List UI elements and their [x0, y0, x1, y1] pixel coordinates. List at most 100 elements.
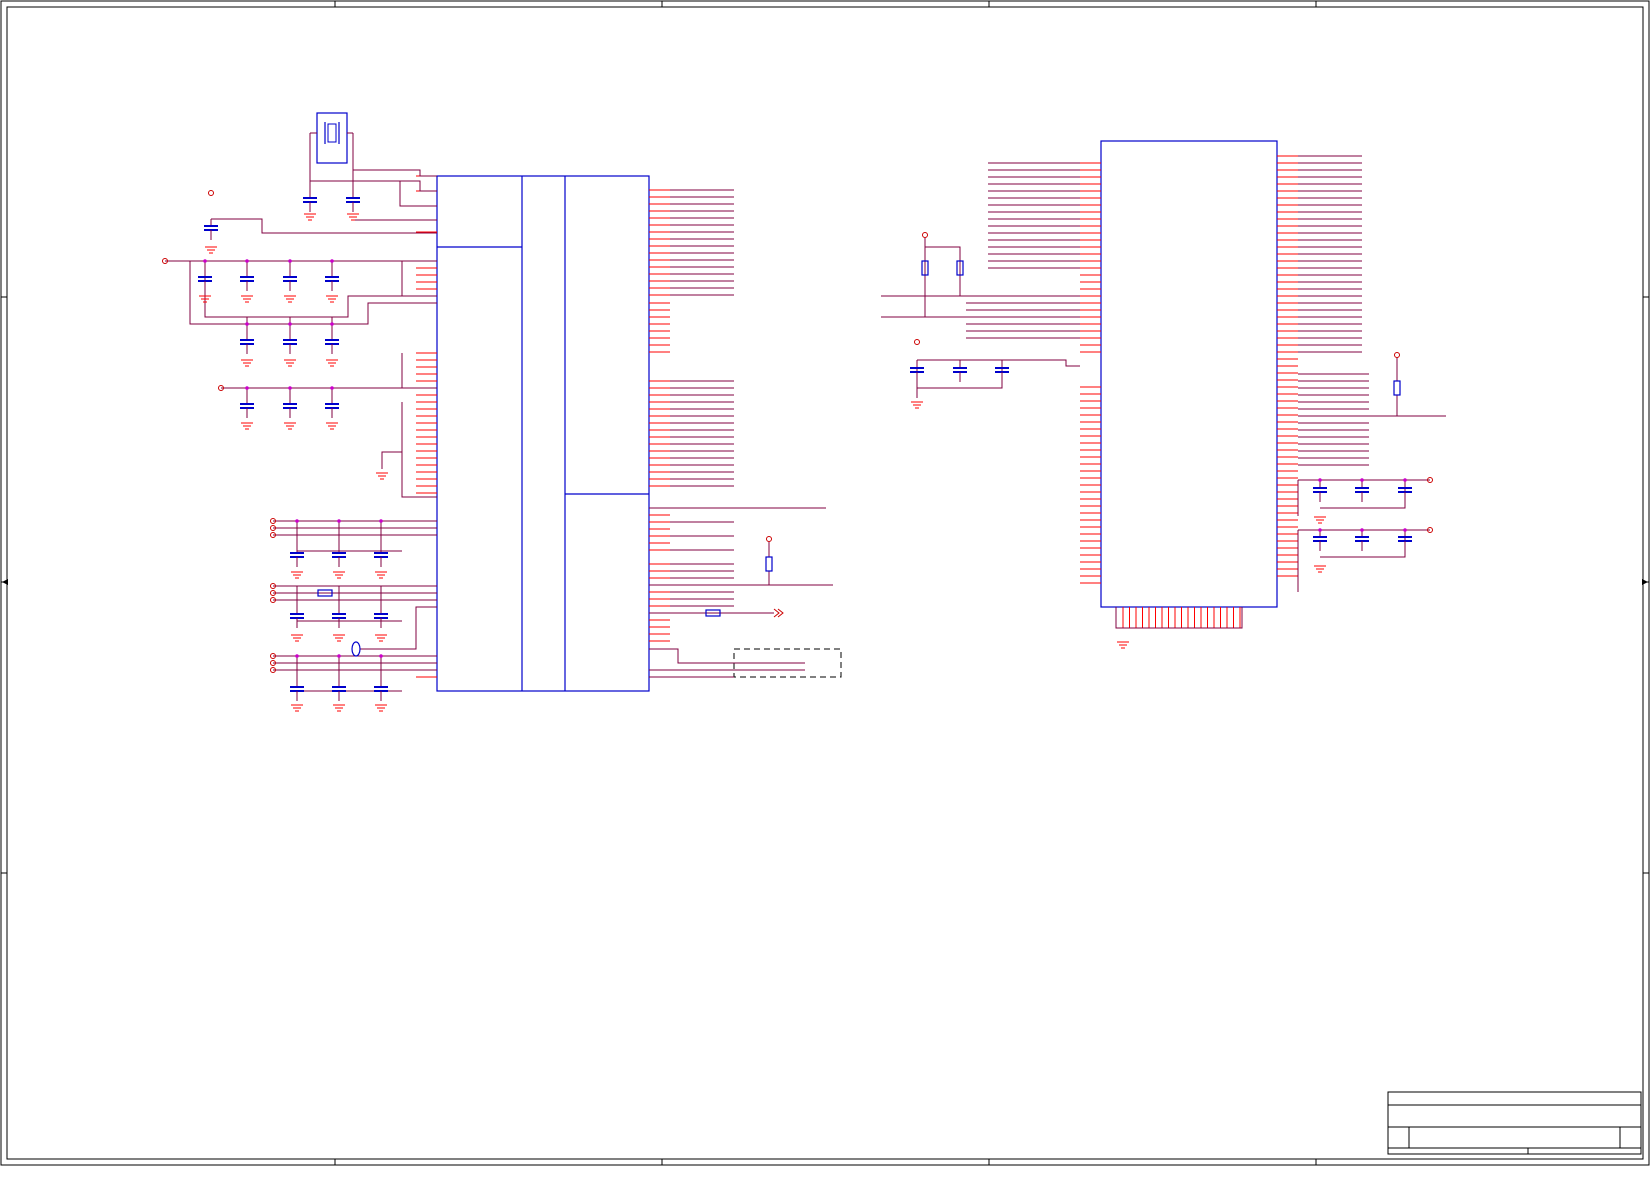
junction-dot	[295, 654, 299, 658]
capacitor	[325, 261, 339, 291]
junction-dot	[379, 654, 383, 658]
ground-icon	[1314, 565, 1326, 573]
junction-dot	[1360, 478, 1364, 482]
resistor-body	[765, 556, 773, 572]
capacitor	[240, 388, 254, 418]
capacitor	[910, 360, 924, 382]
junction-dot	[288, 259, 292, 263]
u1-right-pins	[649, 189, 670, 642]
junction-dot	[295, 519, 299, 523]
resistor	[1393, 380, 1401, 396]
u2-nets	[881, 155, 1446, 629]
ground-icon	[347, 213, 359, 221]
u2-left-pins	[1080, 162, 1101, 584]
ground-icon	[333, 571, 345, 579]
junction-dot	[288, 386, 292, 390]
junction-dot	[1403, 528, 1407, 532]
capacitor	[325, 388, 339, 418]
capacitor	[1398, 480, 1412, 502]
junction-dot	[203, 259, 207, 263]
ground-icon	[241, 422, 253, 430]
ground-icon	[375, 571, 387, 579]
u1-output-nets	[649, 189, 833, 614]
off-sheet-arrow-icon	[773, 608, 784, 618]
capacitor	[1355, 480, 1369, 502]
right-margin-arrow-icon	[1642, 579, 1648, 585]
capacitor	[1398, 530, 1412, 551]
u2-body	[1100, 140, 1278, 608]
capacitor	[346, 190, 360, 212]
ground-icon	[326, 422, 338, 430]
u1-left-pins	[416, 175, 437, 678]
schematic-sheet	[0, 0, 1650, 1166]
ground-icon	[375, 634, 387, 642]
capacitor	[240, 261, 254, 291]
ground-icon	[205, 246, 217, 254]
ground-icon	[284, 295, 296, 303]
capacitor	[374, 586, 388, 628]
capacitor	[283, 388, 297, 418]
junction-dot	[330, 259, 334, 263]
capacitor	[204, 219, 218, 240]
left-net	[211, 218, 437, 234]
resistor	[765, 556, 773, 572]
ground-icon	[291, 704, 303, 712]
capacitor	[283, 261, 297, 291]
ground-icon	[375, 704, 387, 712]
ground-icon	[291, 634, 303, 642]
u2-right-pins	[1277, 155, 1298, 577]
u2-bottom-pins	[1122, 607, 1241, 628]
ground-icon	[1314, 516, 1326, 524]
power-port-icon	[208, 190, 214, 196]
u2-net	[917, 359, 1080, 367]
capacitor	[198, 261, 212, 291]
junction-dot	[1403, 478, 1407, 482]
junction-dot	[330, 322, 334, 326]
ground-icon	[333, 634, 345, 642]
junction-dot	[337, 519, 341, 523]
junction-dot	[245, 386, 249, 390]
junction-dot	[1318, 528, 1322, 532]
left-nets	[165, 218, 1398, 692]
ground-icon	[241, 295, 253, 303]
ground-icon	[333, 704, 345, 712]
power-port-icon	[766, 536, 772, 542]
power-port-icon	[922, 232, 928, 238]
ground-icon	[241, 359, 253, 367]
capacitor	[1355, 530, 1369, 551]
ground-icon	[1117, 641, 1129, 649]
resistors	[317, 260, 1401, 617]
junction-dot	[245, 259, 249, 263]
ferrite-bead	[351, 641, 361, 657]
crystal	[309, 112, 437, 221]
junction-dot	[288, 322, 292, 326]
ground-icon	[284, 359, 296, 367]
resistor-body	[1393, 380, 1401, 396]
ground-icon	[911, 401, 923, 409]
ground-icon	[304, 213, 316, 221]
sheet-frame	[0, 0, 1650, 1166]
junction-dot	[379, 519, 383, 523]
u2-bottom-bus	[1115, 607, 1243, 629]
ground-icon	[376, 472, 388, 480]
capacitor	[303, 190, 317, 212]
junction-dot	[1318, 478, 1322, 482]
ground-icon	[326, 295, 338, 303]
ground-icon	[284, 422, 296, 430]
junctions	[203, 259, 1407, 658]
junction-dot	[245, 322, 249, 326]
left-margin-arrow-icon	[2, 579, 8, 585]
ground-icon	[326, 359, 338, 367]
capacitor	[1313, 530, 1327, 551]
left-net	[360, 606, 437, 650]
power-port-icon	[1394, 352, 1400, 358]
title-block	[1387, 1091, 1642, 1155]
dashed-box-nets	[649, 648, 805, 678]
border-zone-ticks	[1, 1, 1649, 1165]
ground-symbols	[199, 213, 1326, 712]
junction-dot	[337, 654, 341, 658]
capacitor	[995, 360, 1009, 382]
capacitor	[332, 586, 346, 628]
capacitor	[1313, 480, 1327, 502]
left-net	[189, 261, 437, 325]
